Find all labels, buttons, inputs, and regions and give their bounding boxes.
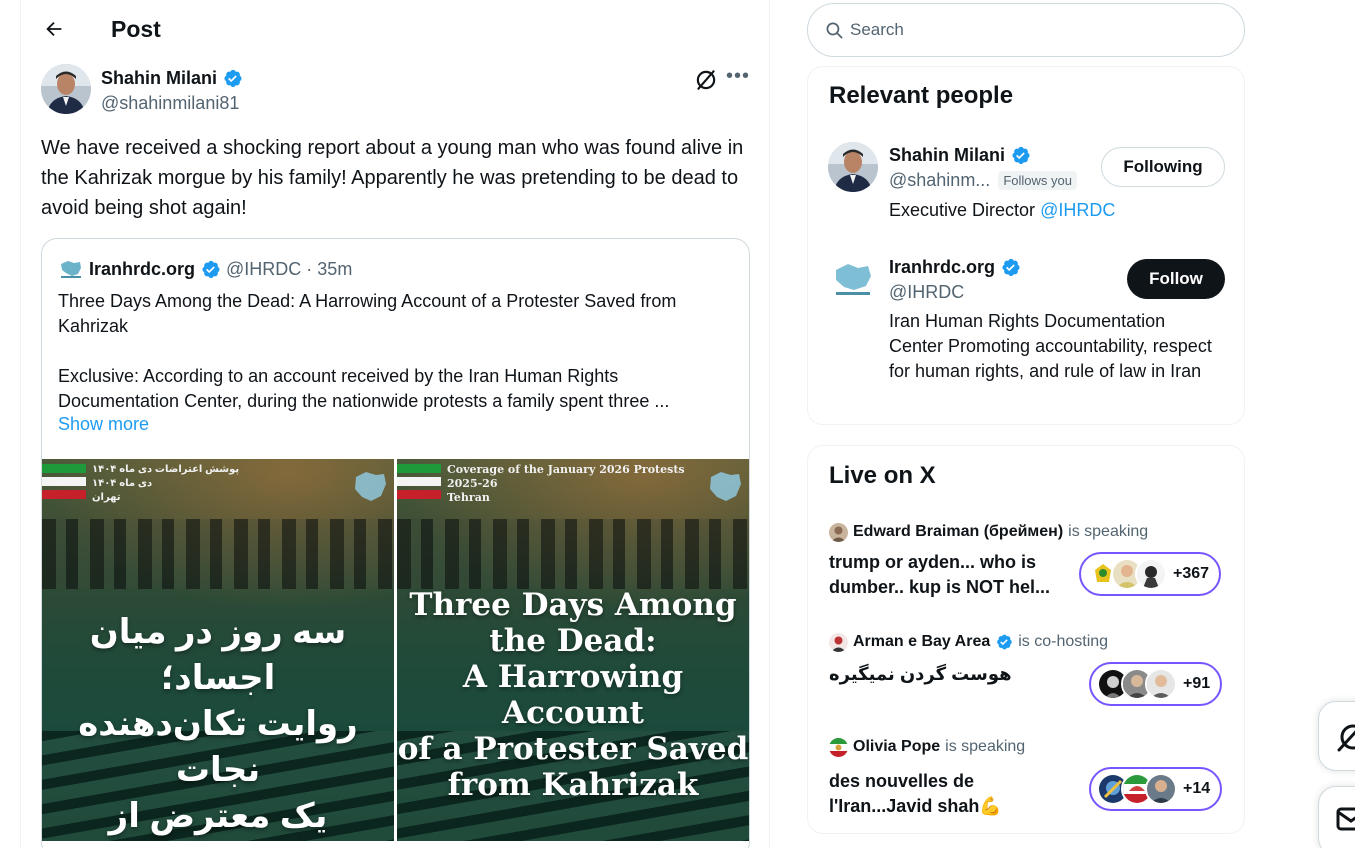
post-text: We have received a shocking report about…	[41, 137, 744, 219]
follows-you-badge: Follows you	[998, 171, 1077, 190]
author-handle[interactable]: @shahinmilani81	[101, 93, 239, 114]
relevant-people-panel: Relevant people Shahin Milani @shahinm..…	[807, 66, 1245, 425]
grok-icon[interactable]	[693, 67, 719, 93]
back-button[interactable]	[37, 12, 71, 46]
quoted-title: Three Days Among the Dead: A Harrowing A…	[58, 291, 677, 336]
listener-count: +91	[1183, 675, 1211, 692]
page-title: Post	[111, 16, 161, 42]
person-avatar[interactable]	[828, 142, 878, 192]
quoted-post-header: Iranhrdc.org @IHRDC · 35m	[58, 258, 352, 280]
listener-avatar	[1135, 558, 1167, 590]
person-bio: Iran Human Rights Documentation Center P…	[889, 311, 1212, 381]
ihrdc-logo-icon	[58, 258, 84, 280]
host-avatar	[829, 632, 848, 652]
more-icon[interactable]: •••	[725, 66, 751, 93]
quoted-author-name[interactable]: Iranhrdc.org	[89, 259, 195, 280]
person-name-text: Shahin Milani	[889, 145, 1006, 165]
image-headline-en: Three Days Among the Dead: A Harrowing A…	[397, 587, 749, 803]
separator-dot: ·	[306, 258, 313, 279]
person-name[interactable]: Iranhrdc.org	[889, 257, 1021, 278]
iran-flag-icon	[42, 464, 86, 503]
live-space-item[interactable]: Arman e Bay Area is co-hosting هوست گردن…	[829, 632, 1229, 712]
live-on-x-panel: Live on X Edward Braiman (брeймен) is sp…	[807, 445, 1245, 834]
bio-text: Executive Director	[889, 200, 1041, 220]
host-status: is speaking	[1068, 523, 1149, 540]
media-image-farsi[interactable]: پوشش اعتراضات دی ماه ۱۴۰۴ دی ماه ۱۴۰۴ ته…	[42, 459, 394, 841]
quoted-post[interactable]: Iranhrdc.org @IHRDC · 35m Three Days Amo…	[41, 238, 750, 848]
listeners-pill[interactable]: +14	[1089, 767, 1223, 811]
iran-map-logo-icon	[710, 472, 741, 501]
person-handle[interactable]: @IHRDC	[889, 282, 964, 303]
person-avatar[interactable]	[828, 254, 878, 304]
following-button[interactable]: Following	[1101, 147, 1225, 187]
image-caption-fa: پوشش اعتراضات دی ماه ۱۴۰۴ دی ماه ۱۴۰۴ ته…	[92, 464, 240, 503]
person-name-text: Iranhrdc.org	[889, 257, 996, 277]
quoted-author-handle[interactable]: @IHRDC	[226, 259, 301, 280]
listeners-pill[interactable]: +367	[1079, 552, 1222, 596]
listeners-pill[interactable]: +91	[1089, 662, 1223, 706]
image-caption-en: Coverage of the January 2026 Protests 20…	[447, 463, 685, 504]
image-headline-fa: سه روز در میان اجساد؛ روایت تکان‌دهنده ن…	[78, 613, 358, 835]
host-name: Olivia Pope	[853, 738, 941, 755]
space-title: trump or ayden... who is dumber.. kup is…	[829, 552, 1051, 597]
author-avatar[interactable]	[41, 64, 91, 114]
live-on-x-title: Live on X	[829, 462, 936, 489]
search-box[interactable]	[807, 3, 1245, 57]
space-title: هوست گردن نمیگیره	[829, 664, 1012, 684]
grok-floating-button[interactable]	[1318, 701, 1355, 771]
space-host: Edward Braiman (брeймен) is speaking	[829, 522, 1148, 542]
host-status: is speaking	[945, 738, 1026, 755]
show-more-link[interactable]: Show more	[58, 414, 149, 435]
host-avatar	[829, 737, 848, 757]
listener-avatar	[1145, 668, 1177, 700]
verified-icon	[1012, 146, 1030, 165]
author-name[interactable]: Shahin Milani	[101, 68, 243, 89]
space-host: Olivia Pope is speaking	[829, 737, 1025, 757]
main-column: Post Shahin Milani @shahinmilani81 ••• W…	[20, 0, 770, 848]
person-handle[interactable]: @shahinm... Follows you	[889, 170, 1077, 191]
space-host: Arman e Bay Area is co-hosting	[829, 632, 1108, 652]
relevant-people-title: Relevant people	[829, 82, 1014, 109]
media-image-english[interactable]: Coverage of the January 2026 Protests 20…	[397, 459, 749, 841]
quoted-timestamp[interactable]: 35m	[317, 259, 352, 280]
grok-icon	[1337, 724, 1355, 752]
bio-mention-link[interactable]: @IHRDC	[1040, 200, 1115, 220]
verified-icon	[202, 260, 220, 278]
listener-avatar	[1145, 773, 1177, 805]
listener-count: +14	[1183, 780, 1211, 797]
quoted-body: Exclusive: According to an account recei…	[58, 366, 670, 411]
verified-icon	[997, 634, 1012, 650]
quoted-media: پوشش اعتراضات دی ماه ۱۴۰۴ دی ماه ۱۴۰۴ ته…	[42, 459, 749, 841]
iran-flag-icon	[397, 464, 441, 503]
host-avatar	[829, 522, 848, 542]
host-status: is co-hosting	[1018, 633, 1109, 650]
search-icon	[826, 22, 843, 39]
post-header: Post	[21, 0, 769, 60]
follow-button[interactable]: Follow	[1127, 259, 1225, 299]
host-name: Edward Braiman (брeймен)	[853, 523, 1064, 540]
host-name: Arman e Bay Area	[853, 633, 991, 650]
person-bio: Executive Director @IHRDC	[889, 198, 1219, 223]
space-title: des nouvelles de l'Iran...Javid shah💪	[829, 771, 1002, 816]
listener-count: +367	[1173, 565, 1210, 582]
author-name-text: Shahin Milani	[101, 68, 218, 88]
post-author: Shahin Milani @shahinmilani81 •••	[41, 64, 751, 118]
person-handle-text: @shahinm...	[889, 170, 991, 190]
live-space-item[interactable]: Olivia Pope is speaking des nouvelles de…	[829, 737, 1229, 822]
search-input[interactable]	[850, 4, 1230, 56]
verified-icon	[1002, 258, 1020, 277]
verified-icon	[224, 69, 242, 88]
live-space-item[interactable]: Edward Braiman (брeймен) is speaking tru…	[829, 522, 1229, 602]
person-name[interactable]: Shahin Milani	[889, 145, 1031, 166]
iran-map-logo-icon	[355, 472, 386, 501]
back-arrow-icon	[46, 21, 62, 37]
messages-floating-button[interactable]	[1318, 786, 1355, 848]
envelope-icon	[1336, 807, 1355, 831]
